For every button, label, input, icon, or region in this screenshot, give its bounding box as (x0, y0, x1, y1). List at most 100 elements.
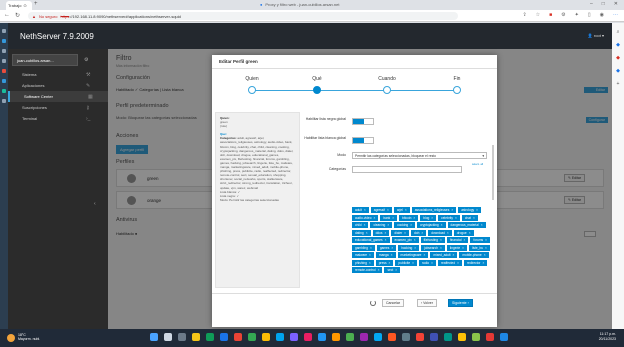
category-tag[interactable]: marketingware × (397, 252, 429, 258)
remove-tag-icon[interactable]: × (431, 261, 433, 265)
global-whitelist-toggle[interactable] (352, 137, 374, 144)
category-tag[interactable]: press × (375, 259, 394, 266)
category-tag[interactable]: doh × (411, 229, 427, 236)
taskbar-app-icon[interactable] (290, 333, 298, 341)
remove-tag-icon[interactable]: × (391, 246, 393, 250)
category-tag[interactable]: filehosting × (420, 237, 445, 243)
categories-search-input[interactable] (352, 166, 462, 173)
category-tag[interactable]: mobile-phone × (459, 252, 489, 258)
taskbar-app-icon[interactable] (346, 333, 354, 341)
remove-tag-icon[interactable]: × (473, 216, 475, 220)
rail-add-icon[interactable]: + (617, 81, 620, 87)
maximize-icon[interactable]: □ (602, 1, 605, 7)
category-tag[interactable]: mixed_adult × (430, 252, 458, 258)
remove-tag-icon[interactable]: × (464, 238, 466, 242)
rail-app-icon[interactable]: ◆ (616, 68, 620, 74)
start-icon[interactable] (150, 333, 158, 341)
menu-icon[interactable]: ⋯ (613, 12, 618, 18)
remove-tag-icon[interactable]: × (387, 223, 389, 227)
remove-tag-icon[interactable]: × (482, 261, 484, 265)
category-tag[interactable]: educational_games × (352, 237, 390, 243)
remove-tag-icon[interactable]: × (370, 246, 372, 250)
remove-tag-icon[interactable]: × (441, 223, 443, 227)
category-tag[interactable]: lingerie × (446, 244, 467, 251)
taskbar-app-icon[interactable] (304, 333, 312, 341)
category-tag[interactable]: cryptojacking × (417, 222, 446, 228)
remove-tag-icon[interactable]: × (369, 253, 371, 257)
category-tag[interactable]: blog × (420, 214, 437, 221)
taskbar-app-icon[interactable] (458, 333, 466, 341)
taskbar-app-icon[interactable] (444, 333, 452, 341)
taskbar-app-icon[interactable] (318, 333, 326, 341)
remove-tag-icon[interactable]: × (364, 208, 366, 212)
remove-tag-icon[interactable]: × (469, 231, 471, 235)
category-tag[interactable]: chat × (461, 214, 478, 221)
task-view-icon[interactable] (178, 333, 186, 341)
category-tag[interactable]: dialer × (391, 229, 410, 236)
strip-app-icon[interactable] (2, 79, 6, 83)
remove-tag-icon[interactable]: × (462, 246, 464, 250)
remove-tag-icon[interactable]: × (447, 231, 449, 235)
category-tag[interactable]: malware × (352, 252, 374, 258)
category-tag[interactable]: sect × (384, 267, 401, 273)
new-tab-icon[interactable]: + (34, 1, 38, 7)
category-tag[interactable]: dating × (352, 229, 371, 236)
remove-tag-icon[interactable]: × (414, 238, 416, 242)
remove-tag-icon[interactable]: × (421, 231, 423, 235)
form-scrollbar[interactable] (492, 145, 494, 200)
sidebar-item-software-center[interactable]: Software Center ▦ (8, 91, 108, 102)
remove-tag-icon[interactable]: × (455, 216, 457, 220)
puzzle-icon[interactable]: ✦ (575, 12, 579, 18)
reload-icon[interactable]: ↻ (15, 12, 20, 19)
category-tag[interactable]: audio-video × (352, 214, 379, 221)
sidebar-icon[interactable]: ▯ (588, 12, 591, 18)
category-tag[interactable]: redirector × (463, 259, 488, 266)
remove-tag-icon[interactable]: × (414, 246, 416, 250)
remove-tag-icon[interactable]: × (453, 253, 455, 257)
category-tag[interactable]: gambling × (352, 244, 375, 251)
remove-tag-icon[interactable]: × (378, 268, 380, 272)
category-tag[interactable]: arjel × (393, 207, 410, 213)
taskbar-app-icon[interactable] (486, 333, 494, 341)
back-button[interactable]: ‹ Volver (417, 299, 437, 307)
remove-tag-icon[interactable]: × (457, 261, 459, 265)
star-icon[interactable]: ☆ (536, 12, 540, 18)
category-tag[interactable]: jobsearch × (421, 244, 445, 251)
category-tag[interactable]: examen_pix × (391, 237, 419, 243)
taskbar-app-icon[interactable] (430, 333, 438, 341)
taskbar-app-icon[interactable] (472, 333, 480, 341)
taskbar-app-icon[interactable] (416, 333, 424, 341)
remove-tag-icon[interactable]: × (431, 216, 433, 220)
category-tag[interactable]: adult × (352, 207, 369, 213)
strip-app-icon[interactable] (2, 49, 6, 53)
category-tag[interactable]: download × (428, 229, 452, 236)
category-tag[interactable]: agressif × (370, 207, 392, 213)
search-icon[interactable] (164, 333, 172, 341)
taskbar-app-icon[interactable] (402, 333, 410, 341)
taskbar-app-icon[interactable] (192, 333, 200, 341)
rail-app-icon[interactable]: ◆ (616, 42, 620, 48)
category-tag[interactable]: drogue × (453, 229, 474, 236)
remove-tag-icon[interactable]: × (366, 231, 368, 235)
extension-icon[interactable]: ⚙ (561, 12, 565, 18)
search-icon[interactable]: ⌕ (617, 29, 620, 35)
remove-tag-icon[interactable]: × (410, 223, 412, 227)
strip-add-icon[interactable] (2, 99, 6, 103)
category-tag[interactable]: phishing × (352, 259, 374, 266)
remove-tag-icon[interactable]: × (385, 238, 387, 242)
select-all-link[interactable]: selecc. all (472, 163, 483, 166)
remove-tag-icon[interactable]: × (405, 208, 407, 212)
taskbar-app-icon[interactable] (234, 333, 242, 341)
remove-tag-icon[interactable]: × (404, 231, 406, 235)
category-tag[interactable]: bitcoin × (399, 214, 419, 221)
category-tag[interactable]: reaffected × (437, 259, 462, 266)
category-tag[interactable]: manga × (375, 252, 396, 258)
taskbar-app-icon[interactable] (374, 333, 382, 341)
category-tag[interactable]: celebrity × (438, 214, 460, 221)
remove-tag-icon[interactable]: × (391, 253, 393, 257)
category-tag[interactable]: hacking × (398, 244, 420, 251)
taskbar-app-icon[interactable] (360, 333, 368, 341)
back-icon[interactable]: ← (4, 12, 10, 19)
category-tag[interactable]: publicite × (395, 259, 417, 266)
taskbar-app-icon[interactable] (220, 333, 228, 341)
